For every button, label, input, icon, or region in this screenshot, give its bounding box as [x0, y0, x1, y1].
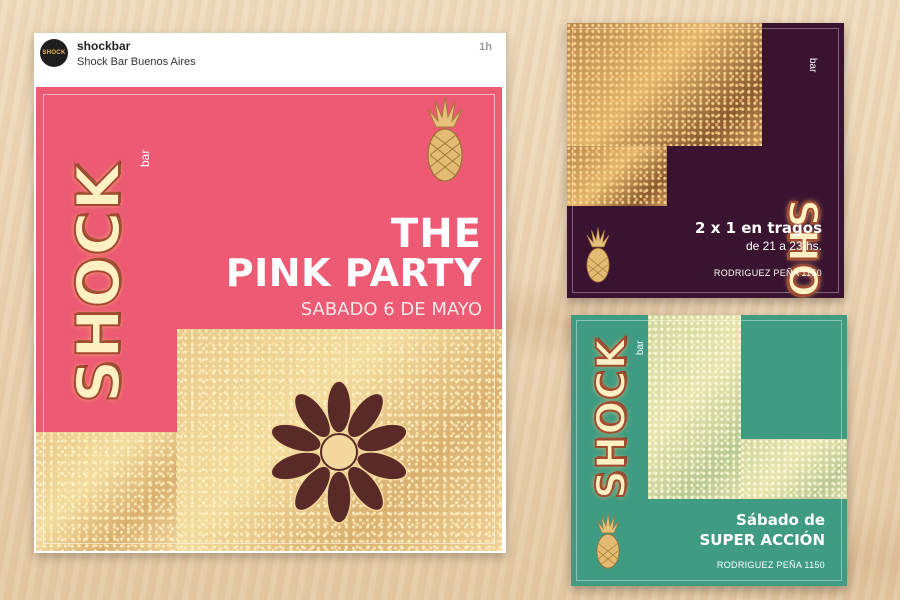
shock-logo: SHOCK	[63, 162, 135, 404]
promo-address: RODRIGUEZ PEÑA 1150	[716, 560, 825, 570]
pineapple-icon	[586, 227, 610, 283]
pineapple-icon	[596, 513, 620, 569]
pink-party-flyer: SHOCK bar THE PINK PARTY SABADO 6 DE MAY…	[36, 87, 502, 551]
avatar[interactable]: SHOCK	[40, 39, 68, 67]
action-promo-card: SHOCK bar Sábado de SUPER ACCIÓN RODRIGU…	[571, 315, 847, 586]
bar-logo-text: bar	[635, 340, 646, 355]
promo-title-line2: SUPER ACCIÓN	[699, 531, 825, 549]
post-time: 1h	[479, 41, 492, 53]
bar-logo-text: bar	[807, 58, 818, 73]
promo-title: 2 x 1 en tragos	[695, 219, 822, 237]
mandala-icon	[270, 380, 408, 524]
post-header: SHOCK shockbar Shock Bar Buenos Aires 1h	[34, 33, 506, 78]
promo-subtitle: de 21 a 23 hs.	[745, 239, 822, 253]
party-date: SABADO 6 DE MAYO	[300, 299, 482, 320]
pineapple-icon	[427, 96, 463, 182]
bar-logo-text: bar	[138, 149, 152, 167]
promo-address: RODRIGUEZ PEÑA 1150	[713, 268, 822, 278]
party-title-line2: PINK PARTY	[225, 251, 482, 295]
drinks-promo-card: SHOCK bar 2 x 1 en tragos de 21 a 23 hs.…	[567, 23, 844, 298]
post-location[interactable]: Shock Bar Buenos Aires	[77, 56, 196, 68]
shock-logo: SHOCK	[588, 336, 636, 500]
instagram-post: SHOCK shockbar Shock Bar Buenos Aires 1h…	[34, 33, 506, 553]
account-name[interactable]: shockbar	[77, 39, 130, 53]
promo-title-line1: Sábado de	[736, 511, 825, 529]
